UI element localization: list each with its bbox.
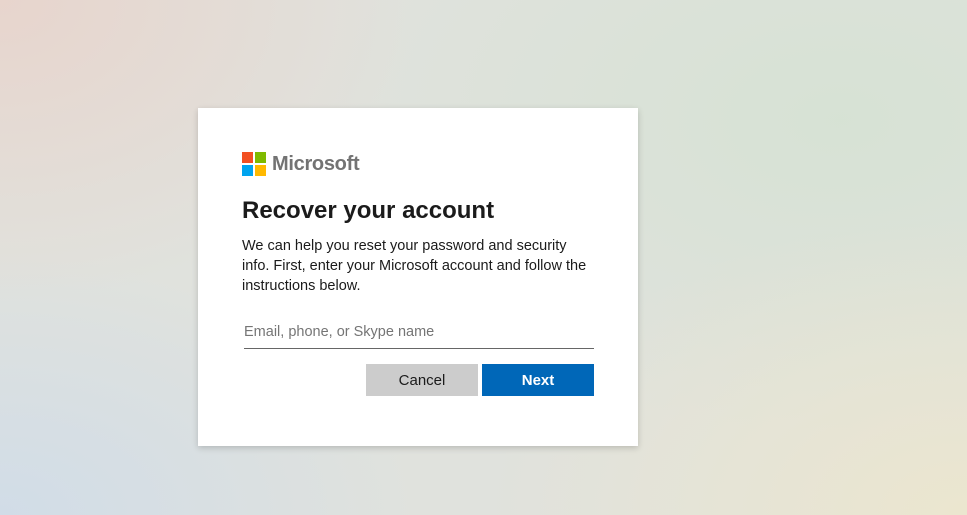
cancel-button[interactable]: Cancel [366,364,478,396]
next-button[interactable]: Next [482,364,594,396]
brand-name: Microsoft [272,152,360,175]
microsoft-logo-icon [242,152,266,176]
page-title: Recover your account [242,197,495,224]
form-actions: Cancel Next [366,364,594,396]
page-description: We can help you reset your password and … [242,238,587,294]
recover-account-card: Microsoft Recover your account We can he… [198,108,638,446]
microsoft-logo: Microsoft [242,152,594,176]
account-identifier-input[interactable] [244,318,594,349]
account-input-wrapper [244,318,594,349]
